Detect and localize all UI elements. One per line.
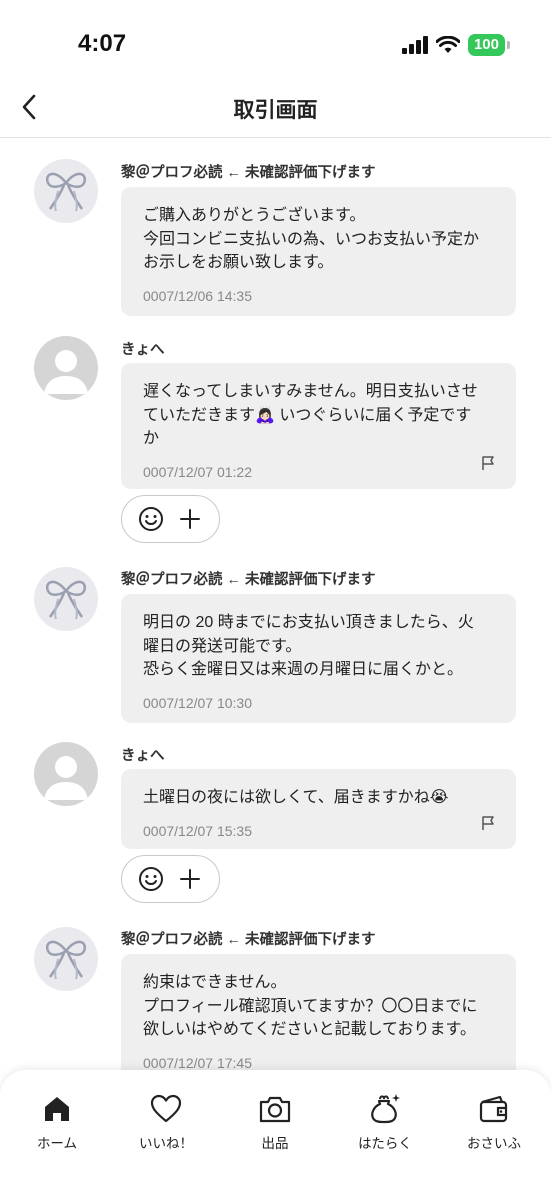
buyer-avatar[interactable] [34, 336, 98, 400]
plus-icon [179, 509, 200, 529]
tab-home[interactable]: ホーム [2, 1092, 112, 1152]
add-button[interactable] [175, 504, 205, 534]
ribbon-bow-icon [45, 172, 87, 212]
message-bubble[interactable]: 約束はできません。 プロフィール確認頂いてますか？〇〇日までに 欲しいはやめてく… [121, 954, 516, 1070]
smile-icon [139, 867, 164, 891]
bottom-tab-bar: ホーム いいね！ 出品 はたらく おさいふ [0, 1070, 551, 1199]
reaction-bar [121, 495, 220, 543]
wallet-icon [479, 1095, 508, 1123]
status-time: 4:07 [78, 30, 127, 57]
signal-icon [401, 36, 428, 54]
tab-work[interactable]: はたらく [330, 1092, 440, 1152]
tab-likes[interactable]: いいね！ [111, 1092, 221, 1152]
sender-name: 黎＠プロフ必読 ← 未確認評価下げます [121, 165, 376, 181]
smile-icon [139, 507, 164, 531]
report-flag-icon[interactable] [480, 455, 496, 471]
message-time: 0007/12/07 15:35 [143, 822, 252, 839]
page-title: 取引画面 [233, 99, 318, 122]
wifi-icon [435, 36, 460, 53]
message-bubble[interactable]: 遅くなってしまいすみません。明日支払いさせ ていただきます🙇🏻‍♀️ いつぐらい… [121, 363, 516, 489]
sender-name: 黎＠プロフ必読 ← 未確認評価下げます [121, 932, 376, 948]
camera-icon [259, 1096, 291, 1123]
sender-name: きょへ [121, 342, 165, 358]
report-flag-icon[interactable] [480, 815, 496, 831]
ribbon-bow-icon [45, 940, 87, 980]
add-reaction-button[interactable] [136, 864, 166, 894]
plus-icon [179, 869, 200, 889]
add-reaction-button[interactable] [136, 504, 166, 534]
seller-avatar[interactable] [34, 567, 98, 631]
sender-name: きょへ [121, 748, 165, 764]
sender-name: 黎＠プロフ必読 ← 未確認評価下げます [121, 572, 376, 588]
tab-wallet[interactable]: おさいふ [439, 1092, 549, 1152]
money-bag-icon [371, 1094, 400, 1124]
message-text: 約束はできません。 プロフィール確認頂いてますか？〇〇日までに 欲しいはやめてく… [143, 974, 478, 1038]
tab-label: いいね！ [139, 1136, 193, 1151]
tab-label: 出品 [261, 1136, 289, 1151]
message-bubble[interactable]: 明日の 20 時までにお支払い頂きましたら、火 曜日の発送可能です。 恐らく金曜… [121, 594, 516, 723]
message-time: 0007/12/07 01:22 [143, 463, 252, 480]
battery-indicator: 100 [467, 34, 511, 56]
message-time: 0007/12/06 14:35 [143, 287, 252, 304]
heart-icon [150, 1094, 182, 1123]
message-time: 0007/12/07 10:30 [143, 694, 252, 711]
seller-avatar[interactable] [34, 927, 98, 991]
message-text: 明日の 20 時までにお支払い頂きましたら、火 曜日の発送可能です。 恐らく金曜… [143, 614, 474, 678]
message-bubble[interactable]: ご購入ありがとうございます。 今回コンビニ支払いの為、いつお支払い予定か お示し… [121, 187, 516, 316]
status-bar: 4:07 100 [0, 0, 551, 80]
message-list[interactable]: 黎＠プロフ必読 ← 未確認評価下げます ご購入ありがとうございます。 今回コンビ… [0, 138, 551, 1070]
message-text: 遅くなってしまいすみません。明日支払いさせ ていただきます🙇🏻‍♀️ いつぐらい… [143, 383, 478, 447]
default-user-icon [44, 350, 88, 394]
status-icons: 100 [401, 34, 511, 56]
seller-avatar[interactable] [34, 159, 98, 223]
message-text: 土曜日の夜には欲しくて、届きますかね😭 [143, 789, 449, 806]
message-bubble[interactable]: 土曜日の夜には欲しくて、届きますかね😭 0007/12/07 15:35 [121, 769, 516, 849]
tab-label: はたらく [358, 1136, 412, 1151]
reaction-bar [121, 855, 220, 903]
home-icon [45, 1097, 69, 1121]
tab-sell[interactable]: 出品 [220, 1092, 330, 1152]
tab-label: おさいふ [467, 1136, 521, 1151]
message-text: ご購入ありがとうございます。 今回コンビニ支払いの為、いつお支払い予定か お示し… [143, 207, 480, 271]
tab-label: ホーム [36, 1136, 78, 1151]
message-time: 0007/12/07 17:45 [143, 1054, 252, 1071]
ribbon-bow-icon [45, 580, 87, 620]
buyer-avatar[interactable] [34, 742, 98, 806]
nav-bar: 取引画面 [0, 80, 551, 138]
default-user-icon [44, 756, 88, 800]
add-button[interactable] [175, 864, 205, 894]
